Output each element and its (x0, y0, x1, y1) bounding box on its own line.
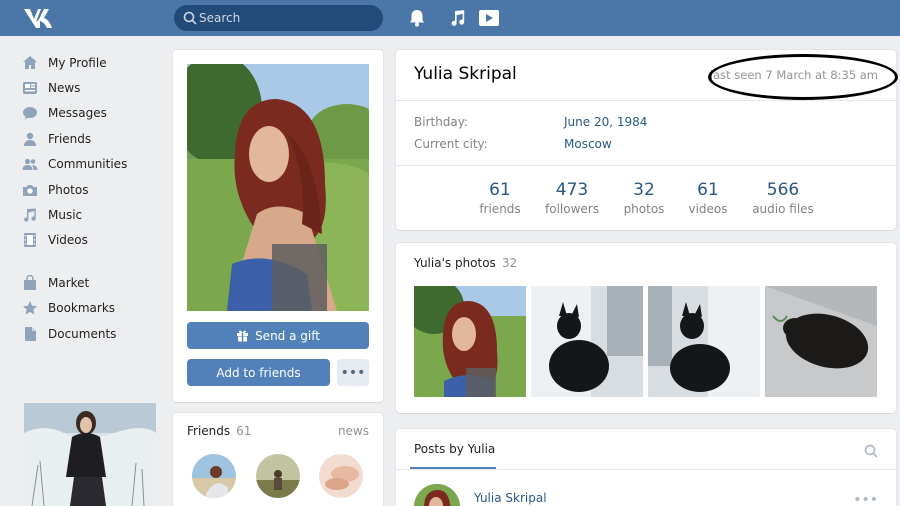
counter-label: photos (623, 202, 665, 216)
posts-card: Posts by Yulia Yulia Skripal ••• (396, 429, 896, 506)
counter-videos[interactable]: 61 videos (686, 180, 730, 216)
counter-label: videos (688, 202, 728, 216)
home-icon (22, 55, 38, 71)
post-author-name[interactable]: Yulia Skripal (474, 491, 547, 505)
sidebar-item-label: My Profile (48, 55, 107, 70)
sidebar-item-label: Documents (48, 326, 117, 341)
friends-card: Friends 61 news (173, 413, 383, 506)
friends-news-link[interactable]: news (338, 424, 369, 438)
sidebar-item-label: Videos (48, 233, 88, 248)
sidebar-item-my-profile[interactable]: My Profile (22, 50, 162, 75)
post-author-avatar[interactable] (414, 484, 460, 506)
counter-friends[interactable]: 61 friends (478, 180, 522, 216)
sidebar-item-label: Messages (48, 106, 107, 121)
friends-header[interactable]: Friends 61 (187, 424, 251, 438)
sidebar-item-market[interactable]: Market (22, 270, 162, 295)
divider (396, 165, 896, 166)
photo-thumbnail[interactable] (531, 286, 643, 397)
counter-label: friends (479, 202, 521, 216)
camera-icon (22, 182, 38, 198)
sidebar-item-documents[interactable]: Documents (22, 321, 162, 346)
friend-avatar[interactable] (319, 454, 363, 498)
music-note-icon[interactable] (448, 8, 468, 28)
photos-card: Yulia's photos 32 (396, 243, 896, 413)
sidebar-nav: My Profile News Messages Friends Communi… (22, 50, 162, 346)
counter-photos[interactable]: 32 photos (622, 180, 666, 216)
friends-title: Friends (187, 424, 231, 438)
chat-icon (22, 105, 38, 121)
bell-icon[interactable] (407, 8, 427, 28)
sidebar-item-label: Communities (48, 157, 128, 172)
gift-icon (237, 330, 249, 342)
sidebar-item-communities[interactable]: Communities (22, 152, 162, 177)
sidebar-item-label: News (48, 81, 81, 96)
counter-number: 61 (489, 180, 511, 200)
search-input[interactable] (199, 8, 374, 28)
sidebar-item-messages[interactable]: Messages (22, 101, 162, 126)
divider (396, 100, 896, 101)
sidebar-item-music[interactable]: Music (22, 202, 162, 227)
sidebar-photo[interactable] (24, 403, 156, 506)
add-to-friends-button[interactable]: Add to friends (187, 359, 330, 386)
friends-count: 61 (236, 424, 252, 438)
group-icon (22, 156, 38, 172)
photo-thumbnail[interactable] (414, 286, 526, 397)
sidebar-item-photos[interactable]: Photos (22, 177, 162, 202)
annotation-circle (708, 54, 898, 100)
sidebar-item-bookmarks[interactable]: Bookmarks (22, 296, 162, 321)
divider (396, 469, 896, 470)
document-icon (22, 326, 38, 342)
sidebar-item-label: Music (48, 208, 83, 223)
more-actions-button[interactable]: ••• (337, 359, 369, 386)
sidebar-item-videos[interactable]: Videos (22, 228, 162, 253)
sidebar-item-label: Photos (48, 182, 89, 197)
counter-followers[interactable]: 473 followers (542, 180, 602, 216)
photos-header[interactable]: Yulia's photos 32 (414, 256, 517, 270)
profile-photo-card: Send a gift Add to friends ••• (173, 50, 383, 402)
photo-thumbnail[interactable] (765, 286, 877, 397)
news-icon (22, 80, 38, 96)
photos-count: 32 (501, 256, 518, 270)
friend-avatar[interactable] (192, 454, 236, 498)
city-value[interactable]: Moscow (564, 137, 612, 151)
counter-audio[interactable]: 566 audio files (750, 180, 816, 216)
sidebar-item-label: Bookmarks (48, 301, 116, 316)
search-icon (183, 11, 197, 25)
person-icon (22, 131, 38, 147)
video-play-icon[interactable] (478, 8, 500, 28)
photos-title: Yulia's photos (414, 256, 496, 270)
counter-label: audio files (752, 202, 814, 216)
star-icon (22, 300, 38, 316)
counter-label: followers (545, 202, 599, 216)
city-label: Current city: (414, 137, 488, 151)
posts-tab[interactable]: Posts by Yulia (414, 442, 495, 456)
counter-number: 61 (697, 180, 719, 200)
sidebar-item-label: Friends (48, 131, 92, 146)
search-box[interactable] (174, 5, 383, 31)
send-gift-label: Send a gift (255, 328, 320, 343)
birthday-value[interactable]: June 20, 1984 (564, 115, 647, 129)
profile-photo[interactable] (187, 64, 369, 311)
friend-avatar[interactable] (256, 454, 300, 498)
birthday-label: Birthday: (414, 115, 469, 129)
vk-logo-icon[interactable] (22, 6, 56, 30)
sidebar-item-friends[interactable]: Friends (22, 126, 162, 151)
music-note-icon (22, 207, 38, 223)
top-bar (0, 0, 900, 36)
film-icon (22, 232, 38, 248)
post-more-button[interactable]: ••• (853, 492, 878, 506)
send-gift-button[interactable]: Send a gift (187, 322, 369, 349)
sidebar-separator (22, 253, 162, 270)
bag-icon (22, 274, 38, 291)
photo-thumbnail[interactable] (648, 286, 760, 397)
counter-number: 473 (555, 180, 589, 200)
sidebar-item-label: Market (48, 275, 90, 290)
search-icon[interactable] (864, 444, 878, 458)
sidebar-item-news[interactable]: News (22, 75, 162, 100)
profile-name: Yulia Skripal (414, 64, 517, 84)
counter-number: 566 (766, 180, 800, 200)
counter-number: 32 (633, 180, 655, 200)
